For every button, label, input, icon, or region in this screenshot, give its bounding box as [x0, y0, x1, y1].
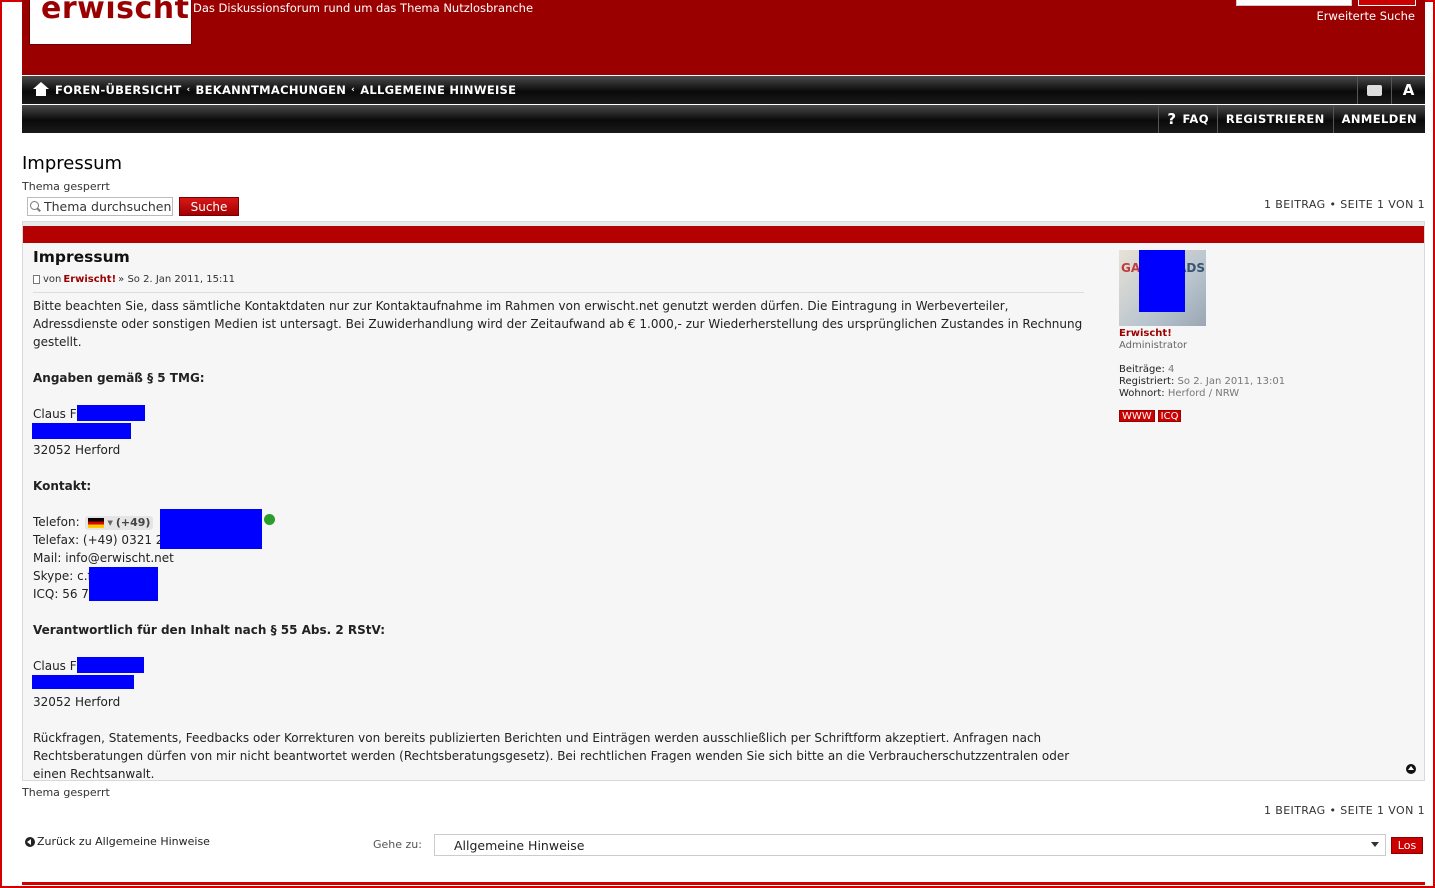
redaction-block — [1139, 250, 1185, 312]
avatar[interactable]: GA- ADS — [1119, 250, 1206, 326]
search-placeholder: Thema durchsuchen — [44, 199, 172, 214]
address-city: 32052 Herford — [33, 695, 121, 709]
post-header-bar — [23, 222, 1424, 243]
redaction-block — [32, 423, 131, 439]
icq-button[interactable]: ICQ — [1157, 410, 1182, 422]
jump-to-selected: Allgemeine Hinweise — [454, 837, 585, 853]
breadcrumb: FOREN-ÜBERSICHT ‹ BEKANNTMACHUNGEN ‹ ALL… — [32, 82, 516, 98]
registered-value: So 2. Jan 2011, 13:01 — [1177, 376, 1286, 387]
help-icon: ? — [1167, 110, 1177, 128]
post-icon[interactable] — [33, 275, 40, 284]
back-link-label: Zurück zu Allgemeine Hinweise — [37, 835, 210, 848]
section-heading: Angaben gemäß § 5 TMG: — [33, 371, 205, 385]
post-author-link[interactable]: Erwischt! — [63, 274, 116, 285]
search-icon — [30, 201, 41, 212]
breadcrumb-forum-index[interactable]: FOREN-ÜBERSICHT — [55, 83, 182, 97]
breadcrumb-announcements[interactable]: BEKANNTMACHUNGEN — [196, 83, 347, 97]
topic-locked-status: Thema gesperrt — [22, 786, 110, 799]
faq-label: FAQ — [1182, 112, 1209, 126]
breadcrumb-separator: ‹ — [186, 85, 191, 95]
header-search-button[interactable] — [1358, 0, 1416, 6]
user-nav: ? FAQ REGISTRIEREN ANMELDEN — [1158, 105, 1425, 133]
pagination-top: 1 BEITRAG • SEITE 1 VON 1 — [1263, 198, 1425, 211]
posts-label: Beiträge: — [1119, 364, 1165, 375]
breadcrumb-bar: FOREN-ÜBERSICHT ‹ BEKANNTMACHUNGEN ‹ ALL… — [22, 76, 1425, 104]
post-intro: Bitte beachten Sie, dass sämtliche Konta… — [33, 299, 1083, 349]
www-button[interactable]: WWW — [1119, 410, 1155, 422]
topic-search-input[interactable]: Thema durchsuchen — [27, 197, 173, 216]
login-link[interactable]: ANMELDEN — [1332, 105, 1425, 133]
post: Impressum von Erwischt! » So 2. Jan 2011… — [22, 221, 1425, 781]
back-arrow-icon — [25, 836, 35, 847]
page-tools: A — [1357, 76, 1425, 104]
page-title[interactable]: Impressum — [22, 153, 122, 174]
section-heading: Verantwortlich für den Inhalt nach § 55 … — [33, 623, 386, 637]
back-to-forum-link[interactable]: Zurück zu Allgemeine Hinweise — [25, 835, 210, 848]
faq-link[interactable]: ? FAQ — [1158, 105, 1217, 133]
home-icon[interactable] — [32, 82, 50, 98]
print-icon — [1367, 84, 1382, 96]
topic-locked-status: Thema gesperrt — [22, 180, 110, 193]
register-link[interactable]: REGISTRIEREN — [1216, 105, 1333, 133]
address-city: 32052 Herford — [33, 443, 121, 457]
print-button[interactable] — [1357, 76, 1391, 104]
skype-line: Skype: c.f — [33, 569, 92, 583]
font-size-button[interactable]: A — [1391, 76, 1425, 104]
icq-line: ICQ: 56 77 — [33, 587, 97, 601]
chevron-down-icon — [1371, 842, 1379, 847]
germany-flag-icon — [88, 517, 105, 528]
redaction-block — [76, 657, 144, 673]
user-nav-bar: ? FAQ REGISTRIEREN ANMELDEN — [22, 105, 1425, 133]
posts-value[interactable]: 4 — [1168, 364, 1174, 375]
post-content: Bitte beachten Sie, dass sämtliche Konta… — [32, 297, 1093, 783]
profile-username[interactable]: Erwischt! — [1119, 328, 1409, 340]
mail-line: Mail: info@erwischt.net — [33, 551, 174, 565]
post-meta-prefix: von — [43, 274, 62, 285]
back-to-top-icon[interactable] — [1406, 764, 1416, 774]
pagination-bottom: 1 BEITRAG • SEITE 1 VON 1 — [1263, 804, 1425, 817]
redaction-block — [160, 509, 262, 549]
site-logo[interactable]: erwischt! — [29, 0, 203, 45]
contact-buttons: WWW ICQ — [1119, 410, 1409, 422]
advanced-search-link[interactable]: Erweiterte Suche — [1317, 9, 1416, 23]
profile-rank: Administrator — [1119, 340, 1188, 351]
site-header: erwischt! Das Diskussionsforum rund um d… — [22, 0, 1425, 75]
font-size-icon: A — [1402, 81, 1415, 99]
jump-to-label: Gehe zu: — [373, 838, 422, 851]
call-icon[interactable] — [264, 514, 275, 525]
jump-to-select[interactable]: Allgemeine Hinweise — [434, 834, 1386, 856]
breadcrumb-general-notes[interactable]: ALLGEMEINE HINWEISE — [360, 83, 516, 97]
registered-label: Registriert: — [1119, 376, 1175, 387]
section-heading: Kontakt: — [33, 479, 92, 493]
phone-country-selector[interactable]: ▼ (+49) — [85, 515, 154, 530]
location-label: Wohnort: — [1119, 388, 1165, 399]
address-name: Claus F — [33, 407, 77, 421]
post-closing: Rückfragen, Statements, Feedbacks oder K… — [33, 731, 1070, 781]
profile-stats: Beiträge: 4 Registriert: So 2. Jan 2011,… — [1119, 364, 1409, 400]
site-description: Das Diskussionsforum rund um das Thema N… — [193, 1, 534, 15]
post-title[interactable]: Impressum — [33, 248, 130, 266]
breadcrumb-separator: ‹ — [351, 85, 356, 95]
post-meta: von Erwischt! » So 2. Jan 2011, 15:11 — [33, 274, 235, 285]
logo-text: erwischt! — [41, 0, 204, 26]
phone-label: Telefon: — [33, 515, 80, 529]
post-date: » So 2. Jan 2011, 15:11 — [118, 274, 236, 285]
divider — [33, 292, 1084, 293]
author-profile: GA- ADS Erwischt! Administrator Beiträge… — [1119, 250, 1409, 422]
address-name: Claus F — [33, 659, 77, 673]
topic-search-button[interactable]: Suche — [179, 197, 239, 216]
location-value: Herford / NRW — [1167, 388, 1240, 399]
redaction-block — [76, 405, 145, 421]
header-search-input[interactable] — [1236, 0, 1352, 6]
phone-prefix: (+49) — [115, 515, 151, 529]
jump-go-button[interactable]: Los — [1391, 837, 1423, 854]
redaction-block — [89, 567, 158, 601]
chevron-down-icon: ▼ — [107, 518, 113, 527]
redaction-block — [32, 675, 134, 689]
bottom-border — [22, 882, 1425, 885]
